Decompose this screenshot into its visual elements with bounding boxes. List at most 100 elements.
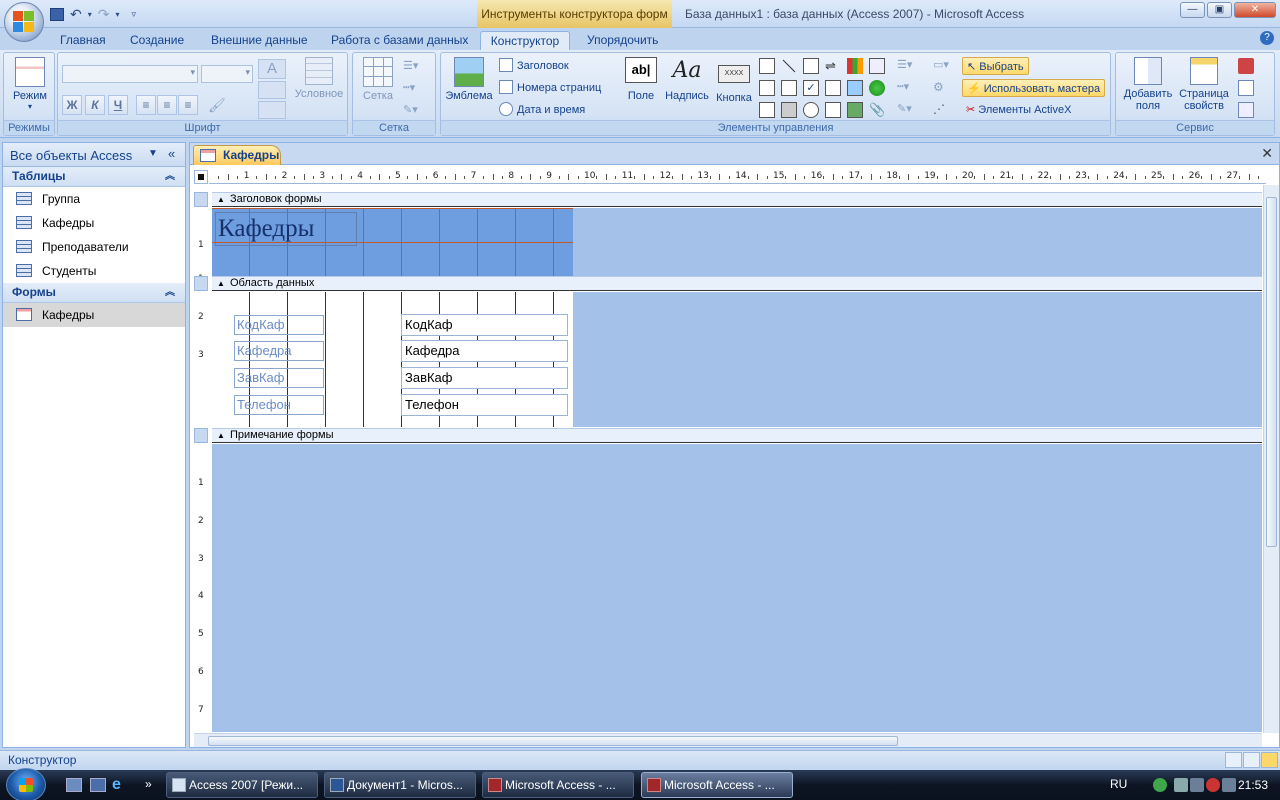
- header-section-selector[interactable]: [194, 192, 208, 207]
- label-zavkaf[interactable]: ЗавКаф: [234, 368, 324, 388]
- checkbox-icon[interactable]: ✓: [803, 80, 819, 96]
- start-button[interactable]: [6, 768, 46, 800]
- vertical-scroll-thumb[interactable]: [1266, 197, 1277, 547]
- nav-item-form-departments[interactable]: Кафедры: [3, 303, 185, 327]
- rectangle-icon[interactable]: [803, 58, 819, 74]
- image-icon[interactable]: [847, 80, 863, 96]
- control-wizards-icon[interactable]: ⋰: [933, 102, 949, 118]
- label-kafedra[interactable]: Кафедра: [234, 341, 324, 361]
- footer-section-selector[interactable]: [194, 428, 208, 443]
- horizontal-scroll-thumb[interactable]: [208, 736, 898, 746]
- textbox-zavkaf[interactable]: ЗавКаф: [401, 367, 568, 389]
- undo-icon[interactable]: ↶: [70, 6, 82, 23]
- horizontal-ruler[interactable]: 1 2 3 4 5 6 7 8 9 10 11 12 13 14 15 16 17 18 19 20 21 22 23 24 2…: [209, 170, 1266, 184]
- unbound-object-icon[interactable]: [869, 80, 885, 96]
- nav-group-tables[interactable]: Таблицы ︽: [3, 167, 185, 187]
- internet-explorer-icon[interactable]: e: [112, 777, 128, 793]
- list-box-icon[interactable]: [759, 80, 775, 96]
- vertical-ruler[interactable]: 11231234567: [194, 187, 208, 733]
- textbox-kafedra[interactable]: Кафедра: [401, 340, 568, 362]
- page-numbers-button[interactable]: Номера страниц: [499, 79, 601, 97]
- form-header-area[interactable]: Кафедры: [212, 208, 1262, 276]
- nav-item-table-students[interactable]: Студенты: [3, 259, 185, 283]
- section-bar-detail[interactable]: Область данных: [212, 276, 1262, 291]
- view-code-icon[interactable]: [1238, 80, 1254, 96]
- gridlines-button[interactable]: Сетка: [356, 57, 400, 102]
- horizontal-scrollbar[interactable]: [194, 733, 1262, 747]
- volume-muted-icon[interactable]: [1206, 778, 1220, 792]
- detail-section-selector[interactable]: [194, 276, 208, 291]
- align-right-icon[interactable]: ≡: [178, 95, 198, 115]
- tab-database-tools[interactable]: Работа с базами данных: [323, 31, 476, 50]
- power-icon[interactable]: [1222, 778, 1236, 792]
- select-button[interactable]: ↖ Выбрать: [962, 57, 1029, 75]
- section-bar-header[interactable]: Заголовок формы: [212, 192, 1262, 207]
- taskbar-item-access-2[interactable]: Microsoft Access - ...: [641, 772, 793, 798]
- align-left-icon[interactable]: ≡: [136, 95, 156, 115]
- bold-button[interactable]: Ж: [62, 95, 82, 115]
- conditional-format-button[interactable]: Условное: [292, 57, 346, 100]
- customize-qat-icon[interactable]: ▿: [132, 9, 137, 20]
- combo-box-icon[interactable]: [781, 80, 797, 96]
- format-painter-icon[interactable]: 🖌: [208, 97, 226, 113]
- date-time-button[interactable]: Дата и время: [499, 101, 585, 119]
- activex-button[interactable]: ✂ Элементы ActiveX: [966, 101, 1071, 119]
- underline-button[interactable]: Ч: [108, 95, 128, 115]
- nav-dropdown-icon[interactable]: ▼: [148, 148, 158, 159]
- layout-view-icon[interactable]: [1243, 752, 1260, 768]
- section-bar-footer[interactable]: Примечание формы: [212, 428, 1262, 443]
- close-document-icon[interactable]: ✕: [1261, 145, 1273, 162]
- tab-create[interactable]: Создание: [122, 31, 192, 50]
- toggle-button-icon[interactable]: [759, 102, 775, 118]
- language-indicator[interactable]: RU: [1110, 777, 1127, 791]
- add-fields-button[interactable]: Добавить поля: [1118, 57, 1178, 112]
- fill-color-icon[interactable]: [258, 81, 286, 99]
- option-group-icon[interactable]: [825, 80, 841, 96]
- tab-external-data[interactable]: Внешние данные: [203, 31, 316, 50]
- clock[interactable]: 21:53: [1238, 778, 1268, 792]
- nav-item-table-group[interactable]: Группа: [3, 187, 185, 211]
- office-button[interactable]: [4, 2, 44, 42]
- redo-icon[interactable]: ↷: [98, 6, 110, 23]
- help-icon[interactable]: ?: [1260, 31, 1274, 45]
- tab-design[interactable]: Конструктор: [480, 31, 570, 50]
- label-button[interactable]: Aa Надпись: [663, 57, 711, 102]
- tab-control-icon[interactable]: [759, 58, 775, 74]
- label-kodkaf[interactable]: КодКаф: [234, 315, 324, 335]
- insert-page-icon[interactable]: [825, 102, 841, 118]
- bound-object-icon[interactable]: [781, 102, 797, 118]
- align-center-icon[interactable]: ≡: [157, 95, 177, 115]
- insert-image-icon[interactable]: [847, 102, 863, 118]
- undo-dropdown-icon[interactable]: ▾: [88, 10, 92, 19]
- show-desktop-icon[interactable]: [66, 778, 82, 792]
- option-button-icon[interactable]: [803, 102, 819, 118]
- nav-item-table-teachers[interactable]: Преподаватели: [3, 235, 185, 259]
- restore-button[interactable]: ▣: [1207, 2, 1232, 18]
- vertical-scrollbar[interactable]: [1263, 185, 1279, 733]
- logo-button[interactable]: Эмблема: [443, 57, 495, 102]
- taskbar-item-access-help[interactable]: Access 2007 [Режи...: [166, 772, 318, 798]
- font-size-dropdown[interactable]: [201, 65, 253, 83]
- nav-group-forms[interactable]: Формы ︽: [3, 283, 185, 303]
- document-tab-departments[interactable]: Кафедры: [193, 145, 281, 165]
- command-button[interactable]: XXXX Кнопка: [713, 57, 755, 104]
- subform-icon[interactable]: [869, 58, 885, 74]
- special-effect-icon[interactable]: ▭▾: [933, 58, 961, 74]
- form-view-icon[interactable]: [1225, 752, 1242, 768]
- quick-launch-more-icon[interactable]: »: [145, 778, 161, 792]
- form-footer-area[interactable]: [212, 444, 1262, 732]
- font-color-icon[interactable]: A: [258, 59, 286, 79]
- chart-icon[interactable]: [847, 58, 863, 74]
- textbox-button[interactable]: ab| Поле: [621, 57, 661, 102]
- use-wizards-button[interactable]: ⚡ Использовать мастера: [962, 79, 1106, 97]
- nav-header[interactable]: Все объекты Access ▼ «: [3, 143, 185, 167]
- textbox-kodkaf[interactable]: КодКаф: [401, 314, 568, 336]
- network-status-icon[interactable]: [1153, 778, 1167, 792]
- device-icon[interactable]: [1174, 778, 1188, 792]
- form-title-label[interactable]: Кафедры: [215, 212, 357, 246]
- switch-windows-icon[interactable]: [90, 778, 106, 792]
- tab-home[interactable]: Главная: [52, 31, 114, 50]
- nav-collapse-icon[interactable]: «: [168, 146, 175, 161]
- close-button[interactable]: ✕: [1234, 2, 1276, 18]
- redo-dropdown-icon[interactable]: ▾: [115, 10, 119, 19]
